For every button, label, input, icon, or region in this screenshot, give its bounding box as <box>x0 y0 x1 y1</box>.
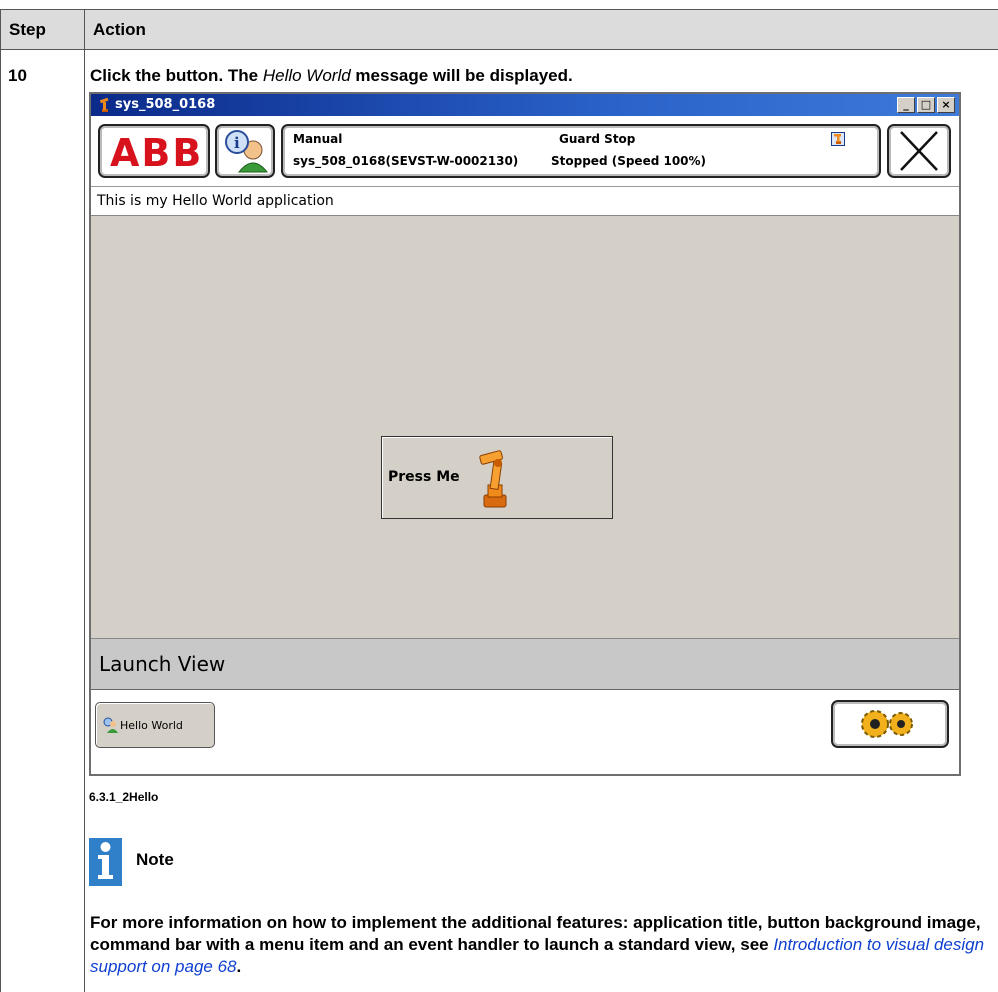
operating-mode: Manual <box>293 132 343 146</box>
run-status: Stopped (Speed 100%) <box>551 154 707 168</box>
controller-state: Guard Stop <box>559 132 636 146</box>
window-title: sys_508_0168 <box>115 97 216 112</box>
gears-icon <box>861 710 913 738</box>
window-title-bar: sys_508_0168 _ □ × <box>91 94 959 116</box>
application-content-area: Press Me <box>91 216 959 638</box>
orange-robot-icon <box>479 450 507 508</box>
instruction-italic: Hello World <box>262 66 351 85</box>
step-instruction: Click the button. The Hello World messag… <box>90 66 573 86</box>
instruction-text-start: Click the button. The <box>90 66 263 85</box>
window-close-button[interactable]: × <box>937 97 955 113</box>
figure-caption: 6.3.1_2Hello <box>89 790 159 804</box>
note-text-end: . <box>236 957 242 976</box>
press-me-label: Press Me <box>388 469 460 485</box>
note-info-icon <box>89 838 122 886</box>
event-log-button[interactable]: i <box>215 124 275 178</box>
maximize-button[interactable]: □ <box>917 97 935 113</box>
note-body: For more information on how to implement… <box>90 912 995 978</box>
taskbar-label: Hello World <box>120 719 183 732</box>
step-table: Step Action 10 Click the button. The Hel… <box>0 0 998 992</box>
application-title: This is my Hello World application <box>91 186 959 216</box>
table-header-row: Step Action <box>0 9 998 50</box>
abb-menu-button[interactable]: ABB <box>98 124 210 178</box>
table-column-divider <box>84 50 85 992</box>
app-users-icon <box>103 717 118 733</box>
header-action: Action <box>84 10 998 49</box>
close-view-button[interactable] <box>887 124 951 178</box>
launch-view-menu[interactable]: Launch View <box>91 638 959 690</box>
abb-logo: ABB <box>110 131 204 175</box>
svg-text:i: i <box>234 134 240 152</box>
robot-app-icon <box>99 97 109 112</box>
controller-name: sys_508_0168(SEVST-W-0002130) <box>293 154 519 168</box>
flexpendant-top-bar: ABB i Manual sys_508_0168(SEVST-W-000213… <box>91 116 959 186</box>
status-bar[interactable]: Manual sys_508_0168(SEVST-W-0002130) Gua… <box>281 124 881 178</box>
info-user-icon: i <box>225 130 269 173</box>
close-x-icon <box>900 131 938 171</box>
note-title: Note <box>136 850 174 869</box>
step-number: 10 <box>8 66 27 85</box>
flexpendant-window: sys_508_0168 _ □ × ABB i Manual sys_508_… <box>89 92 961 776</box>
minimize-button[interactable]: _ <box>897 97 915 113</box>
press-me-button[interactable]: Press Me <box>381 436 613 519</box>
instruction-text-end: message will be displayed. <box>350 66 573 85</box>
table-left-border <box>0 50 1 992</box>
robot-status-icon <box>831 132 845 146</box>
header-step: Step <box>0 10 84 49</box>
quickset-button[interactable] <box>831 700 949 748</box>
taskbar-hello-world-button[interactable]: Hello World <box>95 702 215 748</box>
command-bar: Hello World <box>91 690 959 774</box>
